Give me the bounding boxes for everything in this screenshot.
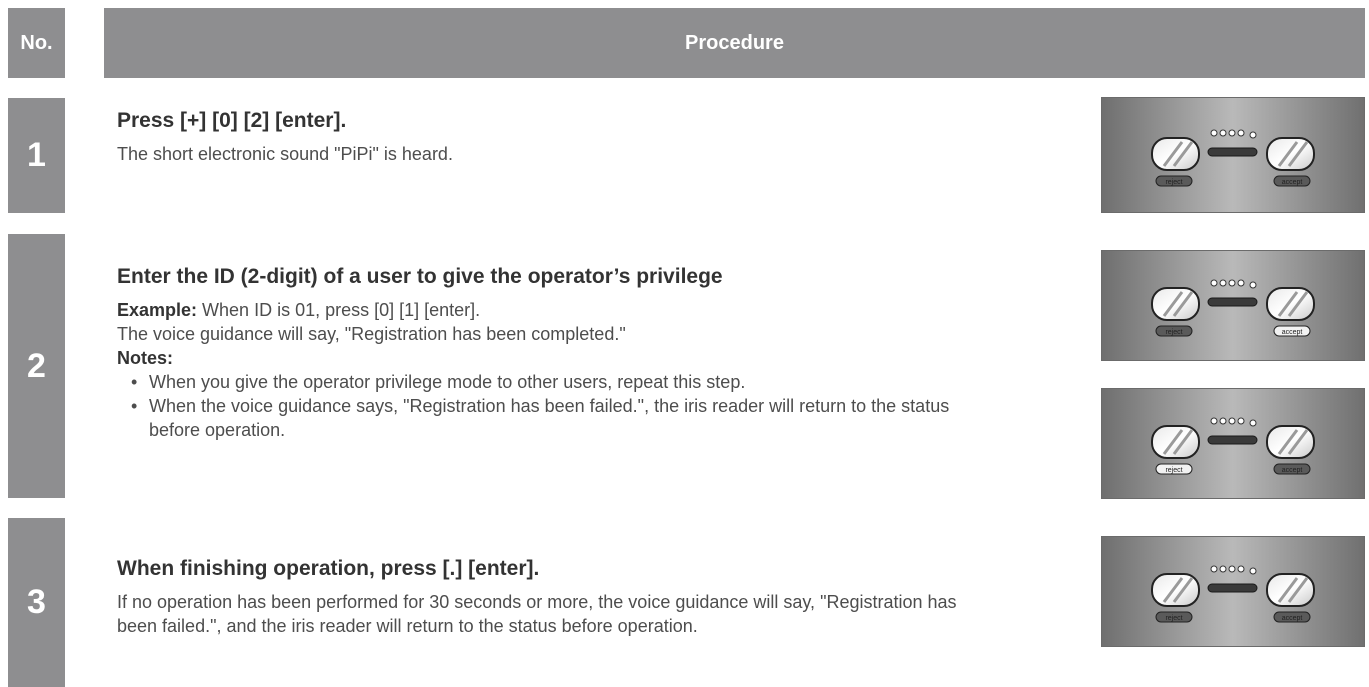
indicator-led-icon (1210, 129, 1218, 137)
column-header-no: No. (8, 8, 65, 78)
step-2-title: Enter the ID (2-digit) of a user to give… (117, 265, 723, 288)
indicator-led-icon (1228, 129, 1236, 137)
step-number-3: 3 (8, 518, 65, 687)
step-2-text: The voice guidance will say, "Registrati… (117, 324, 626, 344)
reject-lamp-label: reject (1165, 615, 1182, 622)
note-item: When the voice guidance says, "Registrat… (127, 394, 977, 442)
note-item: When you give the operator privilege mod… (127, 370, 977, 394)
notes-label: Notes: (117, 348, 174, 368)
iris-reader-panel-graphic: reject accept (1151, 279, 1315, 337)
reject-lamp-label: reject (1165, 329, 1182, 336)
iris-reader-panel: reject accept (1101, 250, 1365, 361)
indicator-led-icon (1219, 565, 1227, 573)
iris-reader-panel: reject accept (1101, 97, 1365, 213)
iris-reader-panel: reject accept (1101, 536, 1365, 647)
column-header-procedure: Procedure (104, 8, 1365, 78)
indicator-led-icon (1249, 567, 1257, 575)
indicator-led-icon (1237, 417, 1245, 425)
iris-reader-panel: reject accept (1101, 388, 1365, 499)
iris-reader-panel-graphic: reject accept (1151, 565, 1315, 623)
indicator-led-icon (1237, 279, 1245, 287)
indicator-led-icon (1237, 129, 1245, 137)
indicator-led-icon (1228, 279, 1236, 287)
step-number-1: 1 (8, 98, 65, 213)
step-number-2: 2 (8, 234, 65, 498)
step-2-example: Example: When ID is 01, press [0] [1] [e… (117, 298, 977, 322)
example-label: Example: (117, 300, 198, 320)
step-1-content: Press [+] [0] [2] [enter]. The short ele… (117, 108, 977, 166)
indicator-led-icon (1219, 279, 1227, 287)
iris-reader-panel-graphic: reject accept (1151, 129, 1315, 187)
accept-lamp-label: accept (1282, 179, 1303, 186)
indicator-led-icon (1228, 417, 1236, 425)
indicator-led-icon (1210, 279, 1218, 287)
step-1-title: Press [+] [0] [2] [enter]. (117, 109, 347, 132)
indicator-led-icon (1210, 565, 1218, 573)
indicator-led-icon (1219, 129, 1227, 137)
indicator-led-icon (1249, 131, 1257, 139)
indicator-led-icon (1237, 565, 1245, 573)
display-bar-icon (1207, 435, 1258, 445)
reject-lamp-label: reject (1165, 179, 1182, 186)
step-1-text: The short electronic sound "PiPi" is hea… (117, 144, 453, 164)
iris-reader-panel-graphic: reject accept (1151, 417, 1315, 475)
display-bar-icon (1207, 583, 1258, 593)
indicator-led-icon (1249, 419, 1257, 427)
notes-list: When you give the operator privilege mod… (117, 370, 977, 442)
step-3-text: If no operation has been performed for 3… (117, 592, 957, 636)
accept-lamp-label: accept (1282, 329, 1303, 336)
accept-lamp-label: accept (1282, 615, 1303, 622)
display-bar-icon (1207, 297, 1258, 307)
indicator-led-icon (1228, 565, 1236, 573)
display-bar-icon (1207, 147, 1258, 157)
step-3-content: When finishing operation, press [.] [ent… (117, 556, 977, 638)
reject-lamp-label: reject (1165, 467, 1182, 474)
accept-lamp-label: accept (1282, 467, 1303, 474)
indicator-led-icon (1249, 281, 1257, 289)
indicator-led-icon (1210, 417, 1218, 425)
step-2-content: Enter the ID (2-digit) of a user to give… (117, 264, 977, 442)
step-3-title: When finishing operation, press [.] [ent… (117, 557, 540, 580)
indicator-led-icon (1219, 417, 1227, 425)
example-text: When ID is 01, press [0] [1] [enter]. (197, 300, 481, 320)
